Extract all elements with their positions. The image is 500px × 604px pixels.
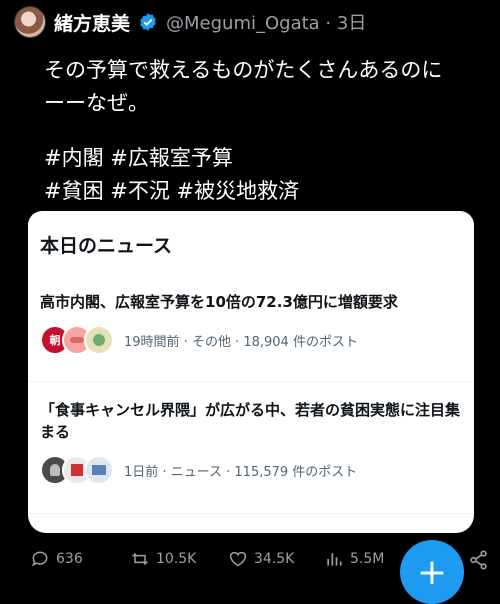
news-meta: 1日前 · ニュース · 115,579 件のポスト	[124, 464, 358, 480]
avatar-stack: 朝	[40, 325, 114, 355]
repost-icon	[131, 552, 149, 566]
repost-count: 10.5K	[156, 551, 197, 567]
divider	[28, 513, 474, 514]
news-item[interactable]: 「食事キャンセル界隈」が広がる中、若者の貧困実態に注目集まる 1日前 · ニュー…	[40, 399, 460, 485]
heart-icon	[229, 551, 247, 567]
share-button[interactable]	[468, 549, 490, 575]
views-chart-icon	[327, 553, 342, 566]
news-headline: 高市内閣、広報室予算を10倍の72.3億円に増額要求	[40, 293, 398, 311]
news-card-title: 本日のニュース	[40, 235, 173, 257]
reply-button[interactable]: 636	[30, 549, 83, 569]
handle-and-time[interactable]: @Megumi_Ogata · 3日	[166, 9, 366, 35]
news-headline: 「食事キャンセル界隈」が広がる中、若者の貧困実態に注目集まる	[40, 401, 461, 441]
news-meta-row: 朝 19時間前 · その他 · 18,904 件のポスト	[40, 325, 460, 355]
tweet-header: 緒方恵美 @Megumi_Ogata · 3日	[14, 4, 366, 40]
news-meta-row: 1日前 · ニュース · 115,579 件のポスト	[40, 455, 460, 485]
plus-icon: +	[416, 551, 448, 593]
hashtags-line-2[interactable]: #貧困 #不況 #被災地救済	[44, 175, 299, 208]
news-source-avatar	[84, 325, 114, 355]
avatar-stack	[40, 455, 114, 485]
news-item[interactable]: 高市内閣、広報室予算を10倍の72.3億円に増額要求 朝 19時間前 · その他…	[40, 291, 460, 355]
display-name[interactable]: 緒方恵美	[54, 9, 130, 36]
share-icon	[470, 550, 487, 570]
like-button[interactable]: 34.5K	[228, 549, 294, 569]
compose-post-button[interactable]: +	[400, 540, 464, 604]
views-count: 5.5M	[350, 551, 385, 567]
divider	[28, 381, 474, 382]
news-card[interactable]: 本日のニュース 高市内閣、広報室予算を10倍の72.3億円に増額要求 朝 19時…	[28, 211, 474, 533]
reply-count: 636	[56, 551, 83, 567]
verified-badge-icon	[140, 13, 156, 31]
hashtags-line-1[interactable]: #内閣 #広報室予算	[44, 142, 299, 175]
tweet-text: その予算で救えるものがたくさんあるのに ーーなぜ。	[44, 58, 443, 115]
reply-icon	[31, 551, 48, 567]
views-button[interactable]: 5.5M	[324, 549, 384, 569]
repost-button[interactable]: 10.5K	[130, 549, 196, 569]
hashtags: #内閣 #広報室予算 #貧困 #不況 #被災地救済	[44, 142, 299, 208]
avatar[interactable]	[14, 6, 46, 38]
news-source-avatar	[84, 455, 114, 485]
like-count: 34.5K	[254, 551, 295, 567]
news-meta: 19時間前 · その他 · 18,904 件のポスト	[124, 334, 358, 350]
